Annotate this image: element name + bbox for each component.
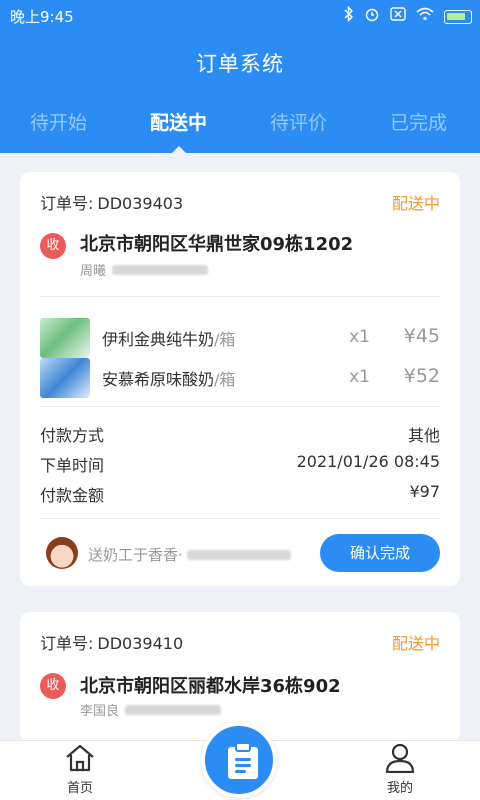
delivery-address: 北京市朝阳区丽都水岸36栋902 — [80, 676, 341, 697]
payment-method-value: 其他 — [407, 426, 440, 445]
product-item: 伊利金典纯牛奶/箱 x1 ¥45 — [40, 318, 440, 358]
delivery-address: 北京市朝阳区华鼎世家09栋1202 — [80, 234, 354, 255]
product-quantity: x1 — [349, 367, 370, 387]
sim-icon — [390, 7, 406, 27]
nav-home-label: 首页 — [66, 781, 93, 796]
order-number-label: 订单号: — [40, 194, 94, 213]
delivery-address-block: 收 北京市朝阳区丽都水岸36栋902 李国良 — [40, 672, 440, 722]
order-time-value: 2021/01/26 08:45 — [296, 452, 440, 471]
order-number: DD039410 — [97, 634, 184, 653]
order-number: DD039403 — [97, 194, 184, 213]
product-price: ¥45 — [403, 325, 440, 347]
status-bar: 晚上9:45 — [0, 0, 480, 30]
receive-badge: 收 — [40, 673, 66, 699]
tab-completed[interactable]: 已完成 — [390, 108, 447, 135]
page-title: 订单系统 — [196, 52, 284, 76]
order-time-row: 下单时间 2021/01/26 08:45 — [40, 452, 440, 476]
status-icons — [344, 5, 472, 28]
orders-fab-button[interactable] — [201, 722, 277, 798]
divider — [40, 406, 440, 407]
payment-method-row: 付款方式 其他 — [40, 422, 440, 446]
receive-badge: 收 — [40, 233, 66, 259]
receiver-info: 周曦 — [80, 260, 209, 279]
wifi-icon — [416, 7, 434, 27]
order-status: 配送中 — [391, 194, 440, 213]
tab-delivering[interactable]: 配送中 — [150, 108, 207, 135]
order-header: 订单号: DD039403 配送中 — [40, 190, 440, 214]
order-tabs: 待开始 配送中 待评价 已完成 — [0, 108, 480, 144]
product-price: ¥52 — [403, 365, 440, 387]
divider — [40, 296, 440, 297]
payment-amount-value: ¥97 — [409, 482, 440, 501]
product-name: 伊利金典纯牛奶/箱 — [102, 330, 236, 349]
courier-name: 送奶工于香香· — [88, 546, 183, 564]
order-card[interactable]: 订单号: DD039403 配送中 收 北京市朝阳区华鼎世家09栋1202 周曦 … — [20, 172, 460, 586]
battery-icon — [444, 10, 472, 24]
courier-info: 送奶工于香香· — [88, 544, 291, 565]
payment-amount-row: 付款金额 ¥97 — [40, 482, 440, 506]
order-status: 配送中 — [391, 634, 440, 653]
courier-avatar — [46, 537, 78, 569]
app-header: 晚上9:45 订单系统 待开始 配送中 待评价 已完成 — [0, 0, 480, 153]
receiver-info: 李国良 — [80, 700, 222, 719]
receiver-name: 李国良 — [80, 704, 120, 719]
courier-phone-hidden — [186, 549, 291, 560]
product-image — [40, 318, 90, 358]
bluetooth-icon — [344, 5, 354, 28]
product-image — [40, 358, 90, 398]
delivery-address-block: 收 北京市朝阳区华鼎世家09栋1202 周曦 — [40, 230, 440, 280]
clipboard-icon — [228, 742, 258, 779]
payment-method-label: 付款方式 — [40, 426, 105, 445]
tab-to-review[interactable]: 待评价 — [270, 108, 327, 135]
confirm-complete-button[interactable]: 确认完成 — [320, 534, 440, 572]
divider — [40, 518, 440, 519]
user-icon — [384, 743, 416, 774]
tab-pending[interactable]: 待开始 — [30, 108, 87, 135]
receiver-name: 周曦 — [80, 264, 107, 279]
status-time: 晚上9:45 — [10, 8, 74, 26]
product-name: 安慕希原味酸奶/箱 — [102, 370, 236, 389]
receiver-phone-hidden — [125, 704, 222, 715]
active-tab-indicator — [172, 146, 186, 153]
receiver-phone-hidden — [112, 264, 209, 275]
product-quantity: x1 — [349, 327, 370, 347]
order-number-label: 订单号: — [40, 634, 94, 653]
nav-mine[interactable]: 我的 — [360, 741, 440, 796]
order-header: 订单号: DD039410 配送中 — [40, 630, 440, 654]
home-icon — [64, 743, 96, 773]
order-time-label: 下单时间 — [40, 456, 105, 475]
nav-home[interactable]: 首页 — [40, 741, 120, 796]
alarm-icon — [364, 6, 380, 28]
courier-row: 送奶工于香香· 确认完成 — [40, 532, 440, 574]
product-item: 安慕希原味酸奶/箱 x1 ¥52 — [40, 358, 440, 398]
nav-mine-label: 我的 — [386, 781, 413, 796]
payment-amount-label: 付款金额 — [40, 486, 105, 505]
